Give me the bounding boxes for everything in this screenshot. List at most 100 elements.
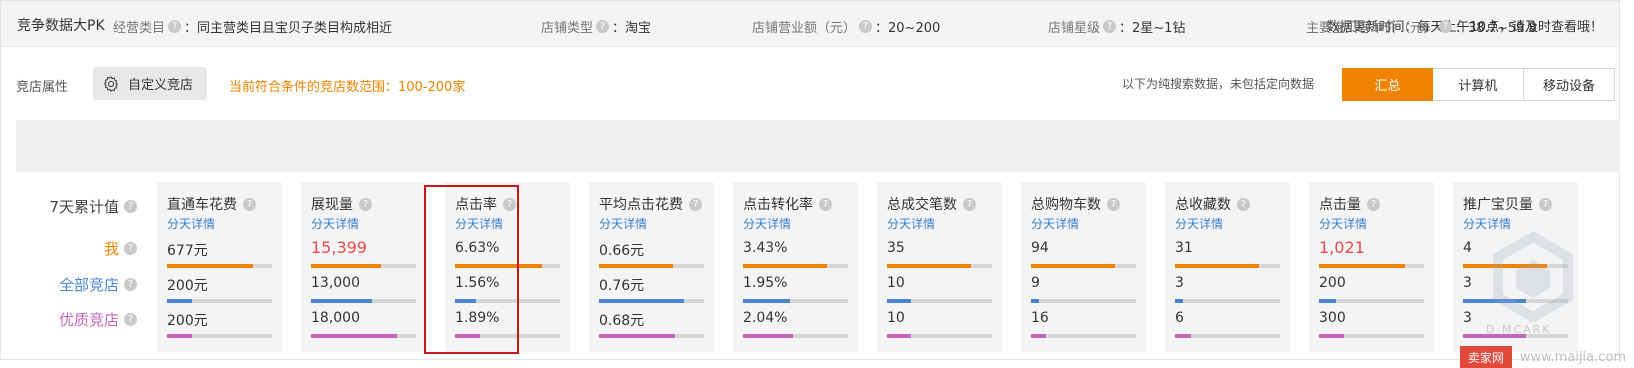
- help-icon[interactable]: ?: [1439, 20, 1453, 33]
- metric-card-click-rate: 点击率? 分天详情 6.63% 1.56% 1.89%: [445, 182, 570, 352]
- metric-card-total-cart: 总购物车数? 分天详情 94 9 16: [1021, 182, 1146, 352]
- metric-card-avg-cpc: 平均点击花费? 分天详情 0.66元 0.76元 0.68元: [589, 182, 714, 352]
- watermark-footer: 卖家网 www.maijia.com: [1459, 345, 1634, 368]
- bar-quality: [1175, 334, 1280, 338]
- bar-quality: [1319, 334, 1424, 338]
- help-icon[interactable]: ?: [1107, 197, 1120, 211]
- daily-detail-link[interactable]: 分天详情: [743, 215, 791, 232]
- filter-star-value: ：2星~1钻: [1119, 21, 1186, 36]
- custom-competitor-button[interactable]: 自定义竞店: [93, 67, 207, 100]
- bar-all-fill: [743, 299, 791, 303]
- help-icon[interactable]: ?: [503, 197, 516, 211]
- daily-detail-link[interactable]: 分天详情: [1031, 215, 1079, 232]
- bar-all-fill: [455, 299, 476, 303]
- help-icon[interactable]: ?: [124, 278, 137, 291]
- daily-detail-link[interactable]: 分天详情: [887, 215, 935, 232]
- panel-title: 竞争数据大PK: [17, 18, 105, 34]
- metric-value-quality: 0.68元: [599, 313, 645, 329]
- daily-detail-link[interactable]: 分天详情: [1319, 215, 1367, 232]
- bar-quality: [311, 334, 416, 338]
- filter-revenue-key: 店铺营业额（元）: [752, 21, 857, 36]
- help-icon[interactable]: ?: [168, 20, 182, 33]
- help-icon[interactable]: ?: [859, 20, 873, 33]
- metric-value-me: 15,399: [311, 238, 367, 257]
- metric-name-text: 展现量: [311, 197, 353, 213]
- bar-me: [1175, 264, 1280, 268]
- help-icon[interactable]: ?: [124, 313, 137, 326]
- help-icon[interactable]: ?: [819, 197, 832, 211]
- row-label-7day-text: 7天累计值: [49, 198, 119, 216]
- bar-all-fill: [1319, 299, 1336, 303]
- metric-value-quality: 16: [1031, 310, 1049, 326]
- help-icon[interactable]: ?: [1539, 197, 1552, 211]
- daily-detail-link[interactable]: 分天详情: [167, 215, 215, 232]
- metric-card-conversion-rate: 点击转化率? 分天详情 3.43% 1.95% 2.04%: [733, 182, 858, 352]
- bar-me-fill: [1031, 264, 1115, 268]
- metric-name: 直通车花费?: [167, 194, 259, 214]
- bar-quality: [599, 334, 704, 338]
- metric-value-quality: 2.04%: [743, 310, 788, 326]
- bar-quality-fill: [743, 334, 794, 338]
- store-attr-label: 竞店属性: [16, 80, 69, 95]
- watermark-site: www.maijia.com: [1519, 349, 1626, 365]
- segment-summary[interactable]: 汇总: [1342, 68, 1433, 101]
- device-segmented-control: 汇总 计算机 移动设备: [1342, 68, 1615, 101]
- metric-name-text: 点击率: [455, 197, 497, 213]
- row-label-me: 我?: [104, 238, 140, 259]
- bar-all: [1175, 299, 1280, 303]
- bar-me-fill: [167, 264, 254, 268]
- bar-quality-fill: [1175, 334, 1191, 338]
- bar-all: [599, 299, 704, 303]
- daily-detail-link[interactable]: 分天详情: [1175, 215, 1223, 232]
- filter-store-type-key: 店铺类型: [541, 21, 594, 36]
- bar-me: [1319, 264, 1424, 268]
- metric-value-all: 200元: [167, 278, 208, 294]
- help-icon[interactable]: ?: [124, 200, 137, 213]
- help-icon[interactable]: ?: [243, 197, 256, 211]
- bar-quality: [1031, 334, 1136, 338]
- metric-card-total-orders: 总成交笔数? 分天详情 35 10 10: [877, 182, 1002, 352]
- segment-computer[interactable]: 计算机: [1433, 68, 1524, 101]
- bar-me: [311, 264, 416, 268]
- filter-store-type: 店铺类型? ：淘宝: [541, 17, 651, 36]
- filter-revenue: 店铺营业额（元）? ：20~200: [752, 17, 940, 36]
- daily-detail-link[interactable]: 分天详情: [455, 215, 503, 232]
- search-data-note: 以下为纯搜索数据，未包括定向数据: [1122, 77, 1315, 91]
- help-icon[interactable]: ?: [1367, 197, 1380, 211]
- metric-value-all: 9: [1031, 275, 1040, 291]
- filter-unit-price-value: ：38.7~59.8: [1455, 21, 1537, 36]
- metric-name: 推广宝贝量?: [1463, 194, 1555, 214]
- daily-detail-link[interactable]: 分天详情: [1463, 215, 1511, 232]
- metric-name-text: 总购物车数: [1031, 197, 1101, 213]
- help-icon[interactable]: ?: [1103, 20, 1117, 33]
- metric-name: 平均点击花费?: [599, 194, 705, 214]
- bar-all: [743, 299, 848, 303]
- watermark-site-badge: 卖家网: [1459, 345, 1512, 368]
- filter-category-key: 经营类目: [113, 21, 166, 36]
- metric-value-quality: 300: [1319, 310, 1346, 326]
- filter-bar: [16, 120, 1620, 172]
- bar-all-fill: [311, 299, 372, 303]
- metric-name-text: 平均点击花费: [599, 197, 683, 213]
- custom-competitor-label: 自定义竞店: [128, 78, 194, 93]
- metric-value-all: 3: [1175, 275, 1184, 291]
- segment-mobile[interactable]: 移动设备: [1524, 68, 1615, 101]
- help-icon[interactable]: ?: [124, 242, 137, 255]
- help-icon[interactable]: ?: [963, 197, 976, 211]
- bar-all-fill: [599, 299, 685, 303]
- daily-detail-link[interactable]: 分天详情: [599, 215, 647, 232]
- help-icon[interactable]: ?: [689, 197, 702, 211]
- help-icon[interactable]: ?: [359, 197, 372, 211]
- metric-name-text: 总收藏数: [1175, 197, 1231, 213]
- bar-me: [599, 264, 704, 268]
- bar-me-fill: [455, 264, 543, 268]
- bar-all: [167, 299, 272, 303]
- metric-name-text: 直通车花费: [167, 197, 237, 213]
- daily-detail-link[interactable]: 分天详情: [311, 215, 359, 232]
- metric-value-quality: 3: [1463, 310, 1472, 326]
- metric-value-all: 0.76元: [599, 278, 645, 294]
- bar-quality-fill: [311, 334, 398, 338]
- bar-quality-fill: [887, 334, 912, 338]
- help-icon[interactable]: ?: [596, 20, 610, 33]
- help-icon[interactable]: ?: [1237, 197, 1250, 211]
